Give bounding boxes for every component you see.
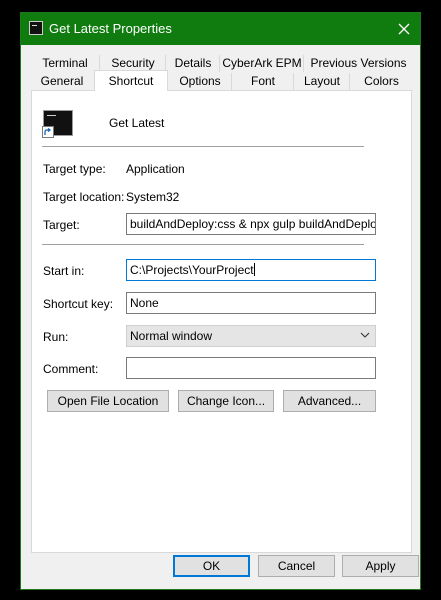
divider [42, 146, 364, 147]
target-value: buildAndDeploy:css & npx gulp buildAndDe… [130, 217, 376, 231]
prompt-mark [47, 115, 56, 116]
divider [42, 244, 364, 245]
target-type-value: Application [126, 162, 185, 176]
target-type-label: Target type: [43, 162, 106, 176]
target-field[interactable]: buildAndDeploy:css & npx gulp buildAndDe… [126, 213, 376, 235]
close-button[interactable] [388, 13, 420, 45]
ok-button[interactable]: OK [173, 555, 250, 577]
comment-field[interactable] [126, 357, 376, 379]
close-icon [398, 23, 410, 35]
tab-details[interactable]: Details [165, 55, 220, 72]
target-location-label: Target location: [43, 190, 125, 204]
target-location-value: System32 [126, 190, 180, 204]
comment-label: Comment: [43, 362, 99, 376]
run-value: Normal window [130, 329, 213, 343]
target-label: Target: [43, 218, 80, 232]
window-title: Get Latest Properties [49, 21, 172, 36]
title-bar: Get Latest Properties [21, 13, 420, 45]
shortcut-key-value: None [130, 296, 159, 310]
tab-general[interactable]: General [31, 73, 93, 90]
apply-button[interactable]: Apply [342, 555, 419, 577]
shortcut-arrow-glyph [44, 128, 52, 135]
open-file-location-button[interactable]: Open File Location [47, 390, 169, 412]
tab-previous-versions[interactable]: Previous Versions [303, 55, 413, 72]
run-select[interactable]: Normal window [126, 325, 376, 347]
tab-shortcut[interactable]: Shortcut [94, 70, 168, 91]
tab-colors[interactable]: Colors [349, 73, 413, 90]
run-label: Run: [43, 330, 69, 344]
change-icon-button[interactable]: Change Icon... [178, 390, 274, 412]
shortcut-key-field[interactable]: None [126, 292, 376, 314]
tab-cyberark-epm[interactable]: CyberArk EPM [219, 55, 304, 72]
cancel-button[interactable]: Cancel [258, 555, 335, 577]
shortcut-key-label: Shortcut key: [43, 297, 114, 311]
text-caret [253, 263, 255, 276]
tab-terminal[interactable]: Terminal [31, 55, 99, 72]
tab-font[interactable]: Font [231, 73, 294, 90]
console-app-icon [42, 110, 73, 138]
tab-layout[interactable]: Layout [293, 73, 350, 90]
start-in-label: Start in: [43, 264, 85, 278]
shortcut-arrow-icon [42, 126, 54, 138]
chevron-down-icon [360, 332, 370, 338]
shortcut-tab-panel: Get Latest Target type: Application Targ… [31, 90, 412, 553]
properties-dialog: Get Latest Properties Terminal Security … [20, 12, 421, 590]
advanced-button[interactable]: Advanced... [283, 390, 376, 412]
console-app-icon [29, 21, 43, 35]
tab-options[interactable]: Options [167, 73, 232, 90]
start-in-field[interactable]: C:\Projects\YourProject [126, 259, 376, 281]
start-in-value: C:\Projects\YourProject [130, 263, 254, 277]
shortcut-name: Get Latest [109, 116, 165, 130]
